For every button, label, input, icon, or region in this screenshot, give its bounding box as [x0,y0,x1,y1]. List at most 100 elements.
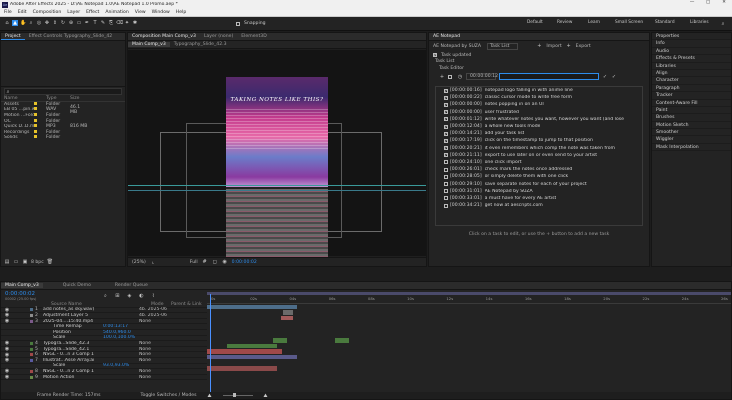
resolution-dropdown[interactable]: Full [190,260,198,265]
mode-dropdown[interactable]: Task List [487,42,519,50]
task-timestamp[interactable]: [00:00:00:00] [450,102,482,107]
layer-duration-bar[interactable] [207,304,297,309]
task-text[interactable]: one click import [485,160,522,165]
project-search[interactable]: ⌕ [4,88,122,95]
layer-parent[interactable]: None [139,375,169,380]
task-checkbox[interactable] [444,196,448,201]
task-item[interactable]: [00:00:28:05] or simply delete them with … [436,173,642,180]
layer-label-swatch[interactable] [30,353,33,357]
playhead[interactable] [210,294,211,394]
column-mode[interactable]: Mode [151,302,171,307]
property-value[interactable]: 93.0,93.0% [103,363,139,368]
task-timestamp[interactable]: [00:00:00:22] [450,95,482,100]
orbit-tool-icon[interactable]: ◎ [36,20,42,26]
task-checkbox[interactable] [444,182,448,187]
task-text[interactable]: click on the timestamp to jump to that p… [485,138,593,143]
task-checkbox[interactable] [444,203,448,208]
task-timestamp[interactable]: [00:00:28:05] [450,174,482,179]
column-parent[interactable]: Parent & Link [171,302,202,307]
task-item[interactable]: [00:00:26:01] check mark the notes once a… [436,166,642,173]
task-item[interactable]: [00:00:29:10] save separate notes for eac… [436,180,642,187]
anchor-tool-icon[interactable]: ⊕ [68,20,74,26]
zoom-slider[interactable] [222,393,253,397]
layer-duration-bar[interactable] [281,315,293,321]
workspace-review[interactable]: Review [557,20,572,25]
pen-tool-icon[interactable]: ✒ [84,20,90,26]
interpret-footage-icon[interactable]: ▤ [4,259,10,265]
layer-label-swatch[interactable] [30,358,33,362]
task-text[interactable]: or simply delete them with one click [485,174,569,179]
task-timestamp[interactable]: [00:00:34:21] [450,203,482,208]
clock-icon[interactable]: ◷ [457,74,463,80]
layer-viewer-label[interactable]: Layer (none) [200,34,237,39]
layer-label-swatch[interactable] [30,341,33,345]
zoom-in-icon[interactable]: ⛰ [263,393,269,399]
timeline-search-icon[interactable]: ⌕ [102,293,108,299]
selection-tool-icon[interactable]: ▲ [12,20,18,26]
layer-label-swatch[interactable] [30,319,33,323]
tab-ae-notepad[interactable]: AE Notepad [429,34,464,39]
right-panel-item[interactable]: Tracker [652,92,731,100]
right-panel-item[interactable]: Motion Sketch [652,122,731,130]
comp-viewer[interactable]: TAKING NOTES LIKE THIS? [128,50,426,266]
task-text[interactable]: save separate notes for each of your pro… [485,182,587,187]
layer-name[interactable]: Position [53,330,103,335]
layer-label-swatch[interactable] [30,325,33,328]
mask-icon[interactable]: ◻ [212,259,218,265]
right-panel-item[interactable]: Content-Aware Fill [652,100,731,107]
layer-duration-bar[interactable] [283,310,293,315]
task-item[interactable]: ✓ [00:00:00:00] notes popping in on an UI [436,101,642,108]
comp-tab-main[interactable]: Main Comp_v3 [128,42,170,47]
trash-icon[interactable]: 🗑 [47,259,53,265]
task-checkbox[interactable]: ✓ [444,124,448,129]
right-panel-item[interactable]: Info [652,40,731,48]
rotate-tool-icon[interactable]: ↻ [60,20,66,26]
import-icon[interactable]: + [536,43,542,49]
label-color-swatch[interactable] [34,101,37,105]
new-task-timecode[interactable]: 00:00:00:12 [466,73,498,80]
layer-label-swatch[interactable] [30,308,33,312]
menu-composition[interactable]: Composition [33,10,62,15]
menu-edit[interactable]: Edit [18,10,27,15]
new-comp-icon[interactable]: ▣ [22,259,28,265]
menu-view[interactable]: View [135,10,146,15]
layer-parent[interactable]: 4b. 2025-06 [139,313,169,318]
project-item-label[interactable] [34,107,46,112]
layer-name[interactable]: Scale [53,363,103,368]
right-panel-item[interactable]: Brushes [652,114,731,122]
label-color-swatch[interactable] [34,118,37,122]
layer-name[interactable]: Time Remap [53,324,103,329]
task-text[interactable]: a whole new tools mode [485,124,541,129]
layer-name[interactable]: NSGL - 0...n 3 Comp 1 [43,352,103,357]
confirm-icon[interactable]: ✓ [611,74,617,80]
right-panel-item[interactable]: Audio [652,48,731,56]
right-panel-item[interactable]: Paint [652,107,731,115]
tab-project[interactable]: Project [1,34,25,40]
label-color-swatch[interactable] [34,107,37,111]
layer-name[interactable]: Typogra...Slide_42.1 [43,347,103,352]
element3d-label[interactable]: Element3D [237,34,270,39]
home-icon[interactable]: ⌂ [4,20,10,26]
column-source-name[interactable]: Source Name [51,302,151,307]
layer-parent[interactable]: None [139,347,169,352]
column-type[interactable]: Type [46,96,70,101]
right-panel-item[interactable]: Align [652,70,731,78]
draft3d-icon[interactable]: ◈ [126,293,132,299]
export-button[interactable]: Export [576,44,591,49]
property-value[interactable]: 0:00:13:17 [103,324,139,329]
menu-animation[interactable]: Animation [105,10,128,15]
layer-name[interactable]: Typogra...Slide_42.3 [43,341,103,346]
project-item-label[interactable] [34,135,46,140]
menu-layer[interactable]: Layer [67,10,80,15]
close-button[interactable]: ✕ [716,0,732,5]
column-name[interactable]: Name [4,96,34,101]
layer-duration-bar[interactable] [273,338,287,343]
zoom-out-icon[interactable]: ⛰ [207,393,213,399]
task-item[interactable]: ✓ [00:00:01:12] write whatever notes you w… [436,116,642,123]
layer-parent[interactable]: 4b. 2025-06 [139,307,169,312]
brush-tool-icon[interactable]: ✎ [100,20,106,26]
task-timestamp[interactable]: [00:00:24:10] [450,160,482,165]
task-checkbox[interactable]: ✓ [444,88,448,93]
menu-file[interactable]: File [4,10,12,15]
task-checkbox[interactable]: ✓ [444,146,448,151]
